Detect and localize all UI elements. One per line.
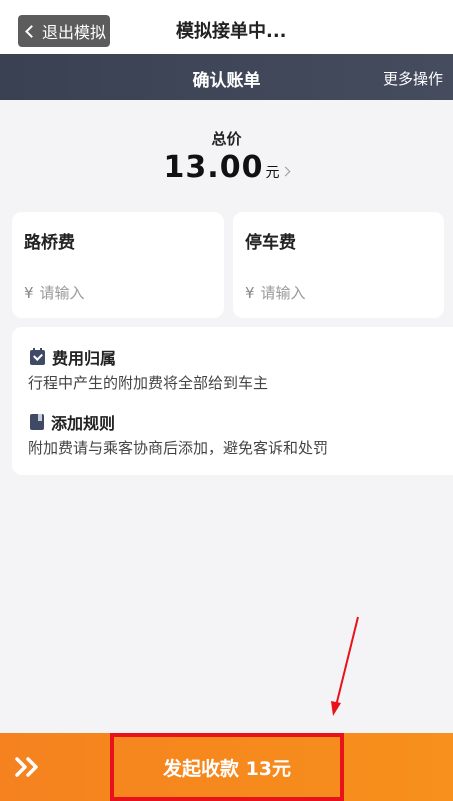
top-bar: 退出模拟 模拟接单中... [0,0,453,54]
ownership-text: 行程中产生的附加费将全部给到车主 [28,374,269,392]
toll-fee-card: 路桥费 ¥ [12,212,224,318]
rule-text: 附加费请与乘客协商后添加，避免客诉和处罚 [28,439,329,457]
parking-fee-title: 停车费 [245,233,296,253]
page-title: 模拟接单中... [176,21,287,42]
parking-fee-card: 停车费 ¥ [233,212,444,318]
yen-icon: ¥ [24,284,34,302]
total-amount: 13.00 [163,150,264,185]
exit-simulation-label: 退出模拟 [42,23,107,42]
bottom-action-bar: 发起收款 13元 [0,733,453,801]
calendar-check-icon [30,347,45,365]
toll-fee-title: 路桥费 [24,233,75,253]
double-chevron-right-icon[interactable] [14,755,44,779]
chevron-right-icon [281,166,291,177]
ownership-heading: 费用归属 [52,349,117,368]
toll-fee-input[interactable] [39,284,190,302]
more-actions-button[interactable]: 更多操作 [383,68,443,89]
total-label: 总价 [211,130,242,148]
toll-fee-field: ¥ [24,284,204,302]
book-icon [30,414,44,430]
parking-fee-field: ¥ [245,284,425,302]
total-unit: 元 [265,165,280,181]
nav-bar: 确认账单 更多操作 [0,54,453,100]
collect-payment-button[interactable]: 发起收款 13元 [110,733,344,801]
parking-fee-input[interactable] [260,284,411,302]
rule-heading: 添加规则 [51,414,116,433]
chevron-left-icon [25,24,38,38]
yen-icon: ¥ [245,284,255,302]
total-price[interactable]: 13.00 元 [0,150,453,185]
ownership-heading-row: 费用归属 [30,345,116,369]
fee-info-card: 费用归属 行程中产生的附加费将全部给到车主 添加规则 附加费请与乘客协商后添加，… [12,327,453,475]
rule-heading-row: 添加规则 [30,410,115,434]
exit-simulation-button[interactable]: 退出模拟 [18,15,110,47]
